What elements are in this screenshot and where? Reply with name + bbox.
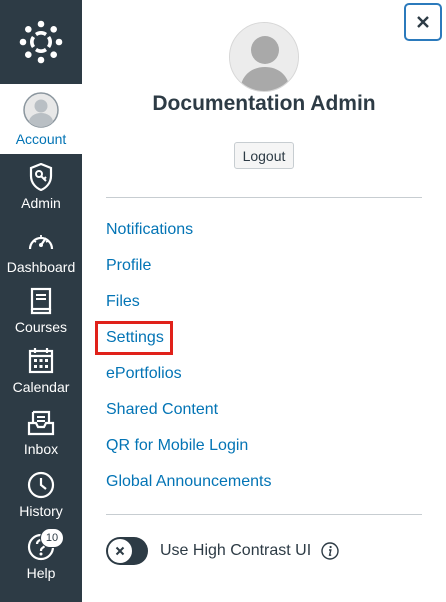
x-icon bbox=[115, 546, 125, 556]
link-eportfolios[interactable]: ePortfolios bbox=[106, 362, 182, 386]
gauge-icon bbox=[26, 226, 56, 256]
clock-icon bbox=[26, 470, 56, 500]
nav-label: Calendar bbox=[12, 379, 70, 395]
canvas-logo-icon bbox=[19, 20, 63, 64]
global-nav: Account Admin Dashboard Courses Calendar… bbox=[0, 0, 82, 602]
high-contrast-row: Use High Contrast UI bbox=[106, 536, 339, 566]
canvas-logo[interactable] bbox=[0, 0, 82, 84]
calendar-icon bbox=[26, 346, 56, 376]
info-icon[interactable] bbox=[321, 542, 339, 560]
shield-icon bbox=[26, 162, 56, 192]
logout-button[interactable]: Logout bbox=[234, 142, 294, 169]
link-global-announcements[interactable]: Global Announcements bbox=[106, 470, 271, 494]
user-avatar bbox=[229, 22, 299, 92]
close-icon bbox=[417, 16, 429, 28]
help-badge: 10 bbox=[40, 528, 64, 548]
book-icon bbox=[26, 286, 56, 316]
link-qr-mobile-login[interactable]: QR for Mobile Login bbox=[106, 434, 248, 458]
nav-item-help[interactable]: 10 Help bbox=[0, 528, 82, 581]
toggle-knob bbox=[107, 538, 133, 564]
nav-label: Admin bbox=[21, 195, 61, 211]
nav-item-admin[interactable]: Admin bbox=[0, 162, 82, 211]
nav-label: Inbox bbox=[23, 441, 59, 457]
account-tray: Documentation Admin Logout Notifications… bbox=[82, 0, 446, 602]
nav-item-dashboard[interactable]: Dashboard bbox=[0, 226, 82, 275]
avatar-icon bbox=[23, 92, 59, 128]
close-button[interactable] bbox=[404, 3, 442, 41]
nav-label: History bbox=[19, 503, 63, 519]
user-name: Documentation Admin bbox=[152, 92, 376, 115]
nav-item-inbox[interactable]: Inbox bbox=[0, 408, 82, 457]
nav-label: Help bbox=[26, 565, 56, 581]
nav-item-history[interactable]: History bbox=[0, 470, 82, 519]
divider bbox=[106, 197, 422, 198]
high-contrast-label: Use High Contrast UI bbox=[160, 542, 312, 559]
link-files[interactable]: Files bbox=[106, 290, 140, 314]
link-profile[interactable]: Profile bbox=[106, 254, 151, 278]
nav-item-account[interactable]: Account bbox=[0, 84, 82, 154]
link-settings[interactable]: Settings bbox=[95, 321, 173, 355]
nav-item-calendar[interactable]: Calendar bbox=[0, 346, 82, 395]
link-notifications[interactable]: Notifications bbox=[106, 218, 193, 242]
nav-label: Dashboard bbox=[6, 259, 76, 275]
inbox-icon bbox=[26, 408, 56, 438]
nav-label: Account bbox=[15, 131, 67, 147]
link-shared-content[interactable]: Shared Content bbox=[106, 398, 218, 422]
nav-label: Courses bbox=[14, 319, 68, 335]
nav-item-courses[interactable]: Courses bbox=[0, 286, 82, 335]
high-contrast-toggle[interactable] bbox=[106, 537, 148, 565]
divider bbox=[106, 514, 422, 515]
